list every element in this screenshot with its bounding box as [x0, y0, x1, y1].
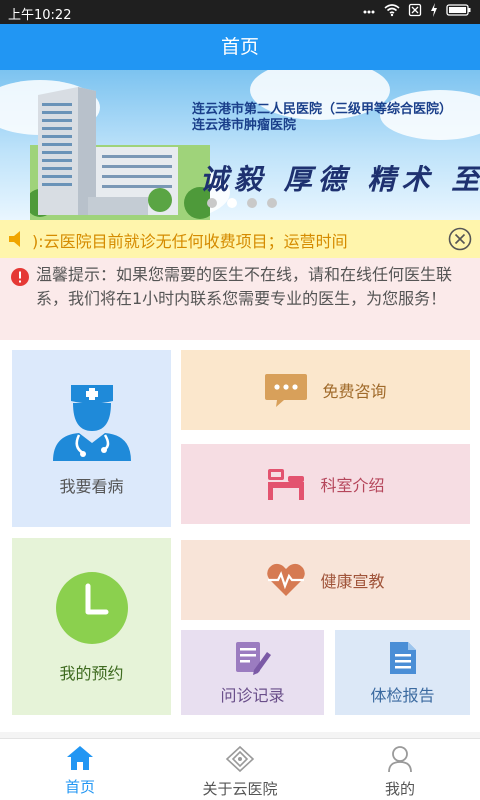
notice-text: ):云医院目前就诊无任何收费项目；运营时间 — [32, 232, 348, 251]
battery-icon — [446, 4, 471, 16]
see-doctor-label: 我要看病 — [59, 476, 124, 496]
carousel-indicator[interactable] — [207, 198, 277, 208]
status-bar: 上午10:22 — [0, 0, 480, 24]
alert-icon — [11, 268, 29, 286]
health-edu-button[interactable]: 健康宣教 — [181, 540, 470, 620]
bottom-tab-bar: 首页 关于云医院 我的 — [0, 738, 480, 800]
notice-marquee[interactable]: ):云医院目前就诊无任何收费项目；运营时间 — [0, 220, 480, 258]
user-icon — [388, 746, 412, 773]
sim-icon — [408, 3, 422, 17]
doctor-icon — [52, 384, 131, 461]
checkup-report-button[interactable]: 体检报告 — [335, 630, 470, 715]
chat-bubble-icon — [265, 374, 308, 407]
function-grid: 我要看病 免费咨询 科室介绍 我的预约 健康宣教 问诊记录 体检报告 — [0, 340, 480, 732]
warm-tip-text: 温馨提示：如果您需要的医生不在线，请和在线任何医生联系，我们将在1小时内联系您需… — [36, 265, 453, 308]
page-title-bar: 首页 — [0, 24, 480, 70]
hospital-bed-icon — [268, 469, 305, 500]
checkup-report-label: 体检报告 — [370, 685, 435, 705]
signal-dots-icon — [363, 10, 375, 14]
status-time: 上午10:22 — [8, 8, 72, 23]
visit-record-button[interactable]: 问诊记录 — [181, 630, 324, 715]
edit-document-icon — [235, 641, 271, 675]
dept-intro-button[interactable]: 科室介绍 — [181, 444, 470, 524]
carousel-dot[interactable] — [247, 198, 257, 208]
wifi-icon — [384, 4, 400, 17]
heart-pulse-icon — [267, 563, 306, 596]
carousel-dot[interactable] — [267, 198, 277, 208]
charging-icon — [431, 3, 437, 17]
see-doctor-button[interactable]: 我要看病 — [12, 350, 171, 527]
close-icon[interactable] — [448, 227, 472, 251]
free-consult-button[interactable]: 免费咨询 — [181, 350, 470, 430]
banner-hospital-subname: 连云港市肿瘤医院 — [192, 118, 297, 133]
page-title: 首页 — [220, 36, 259, 58]
report-document-icon — [389, 641, 416, 674]
free-consult-label: 免费咨询 — [322, 382, 387, 401]
warm-tip: 温馨提示：如果您需要的医生不在线，请和在线任何医生联系，我们将在1小时内联系您需… — [0, 258, 480, 340]
my-appointment-label: 我的预约 — [59, 663, 124, 683]
tab-about-label: 关于云医院 — [202, 780, 278, 798]
hospital-building-image — [30, 87, 210, 220]
carousel-dot[interactable] — [207, 198, 217, 208]
tab-home-label: 首页 — [64, 778, 95, 796]
tab-about[interactable]: 关于云医院 — [160, 739, 320, 800]
carousel-dot-active[interactable] — [227, 198, 237, 208]
visit-record-label: 问诊记录 — [220, 685, 285, 705]
clock-icon — [55, 571, 128, 644]
health-edu-label: 健康宣教 — [320, 572, 385, 591]
my-appointment-button[interactable]: 我的预约 — [12, 538, 171, 715]
home-icon — [67, 746, 93, 770]
dept-intro-label: 科室介绍 — [320, 476, 385, 495]
banner-motto: 诚毅 厚德 精术 至善 — [200, 163, 480, 196]
tab-mine[interactable]: 我的 — [320, 739, 480, 800]
status-icons — [362, 3, 472, 17]
speaker-icon — [9, 231, 20, 247]
tab-mine-label: 我的 — [384, 780, 415, 798]
hospital-logo-icon — [225, 745, 255, 773]
tab-home[interactable]: 首页 — [0, 739, 160, 800]
